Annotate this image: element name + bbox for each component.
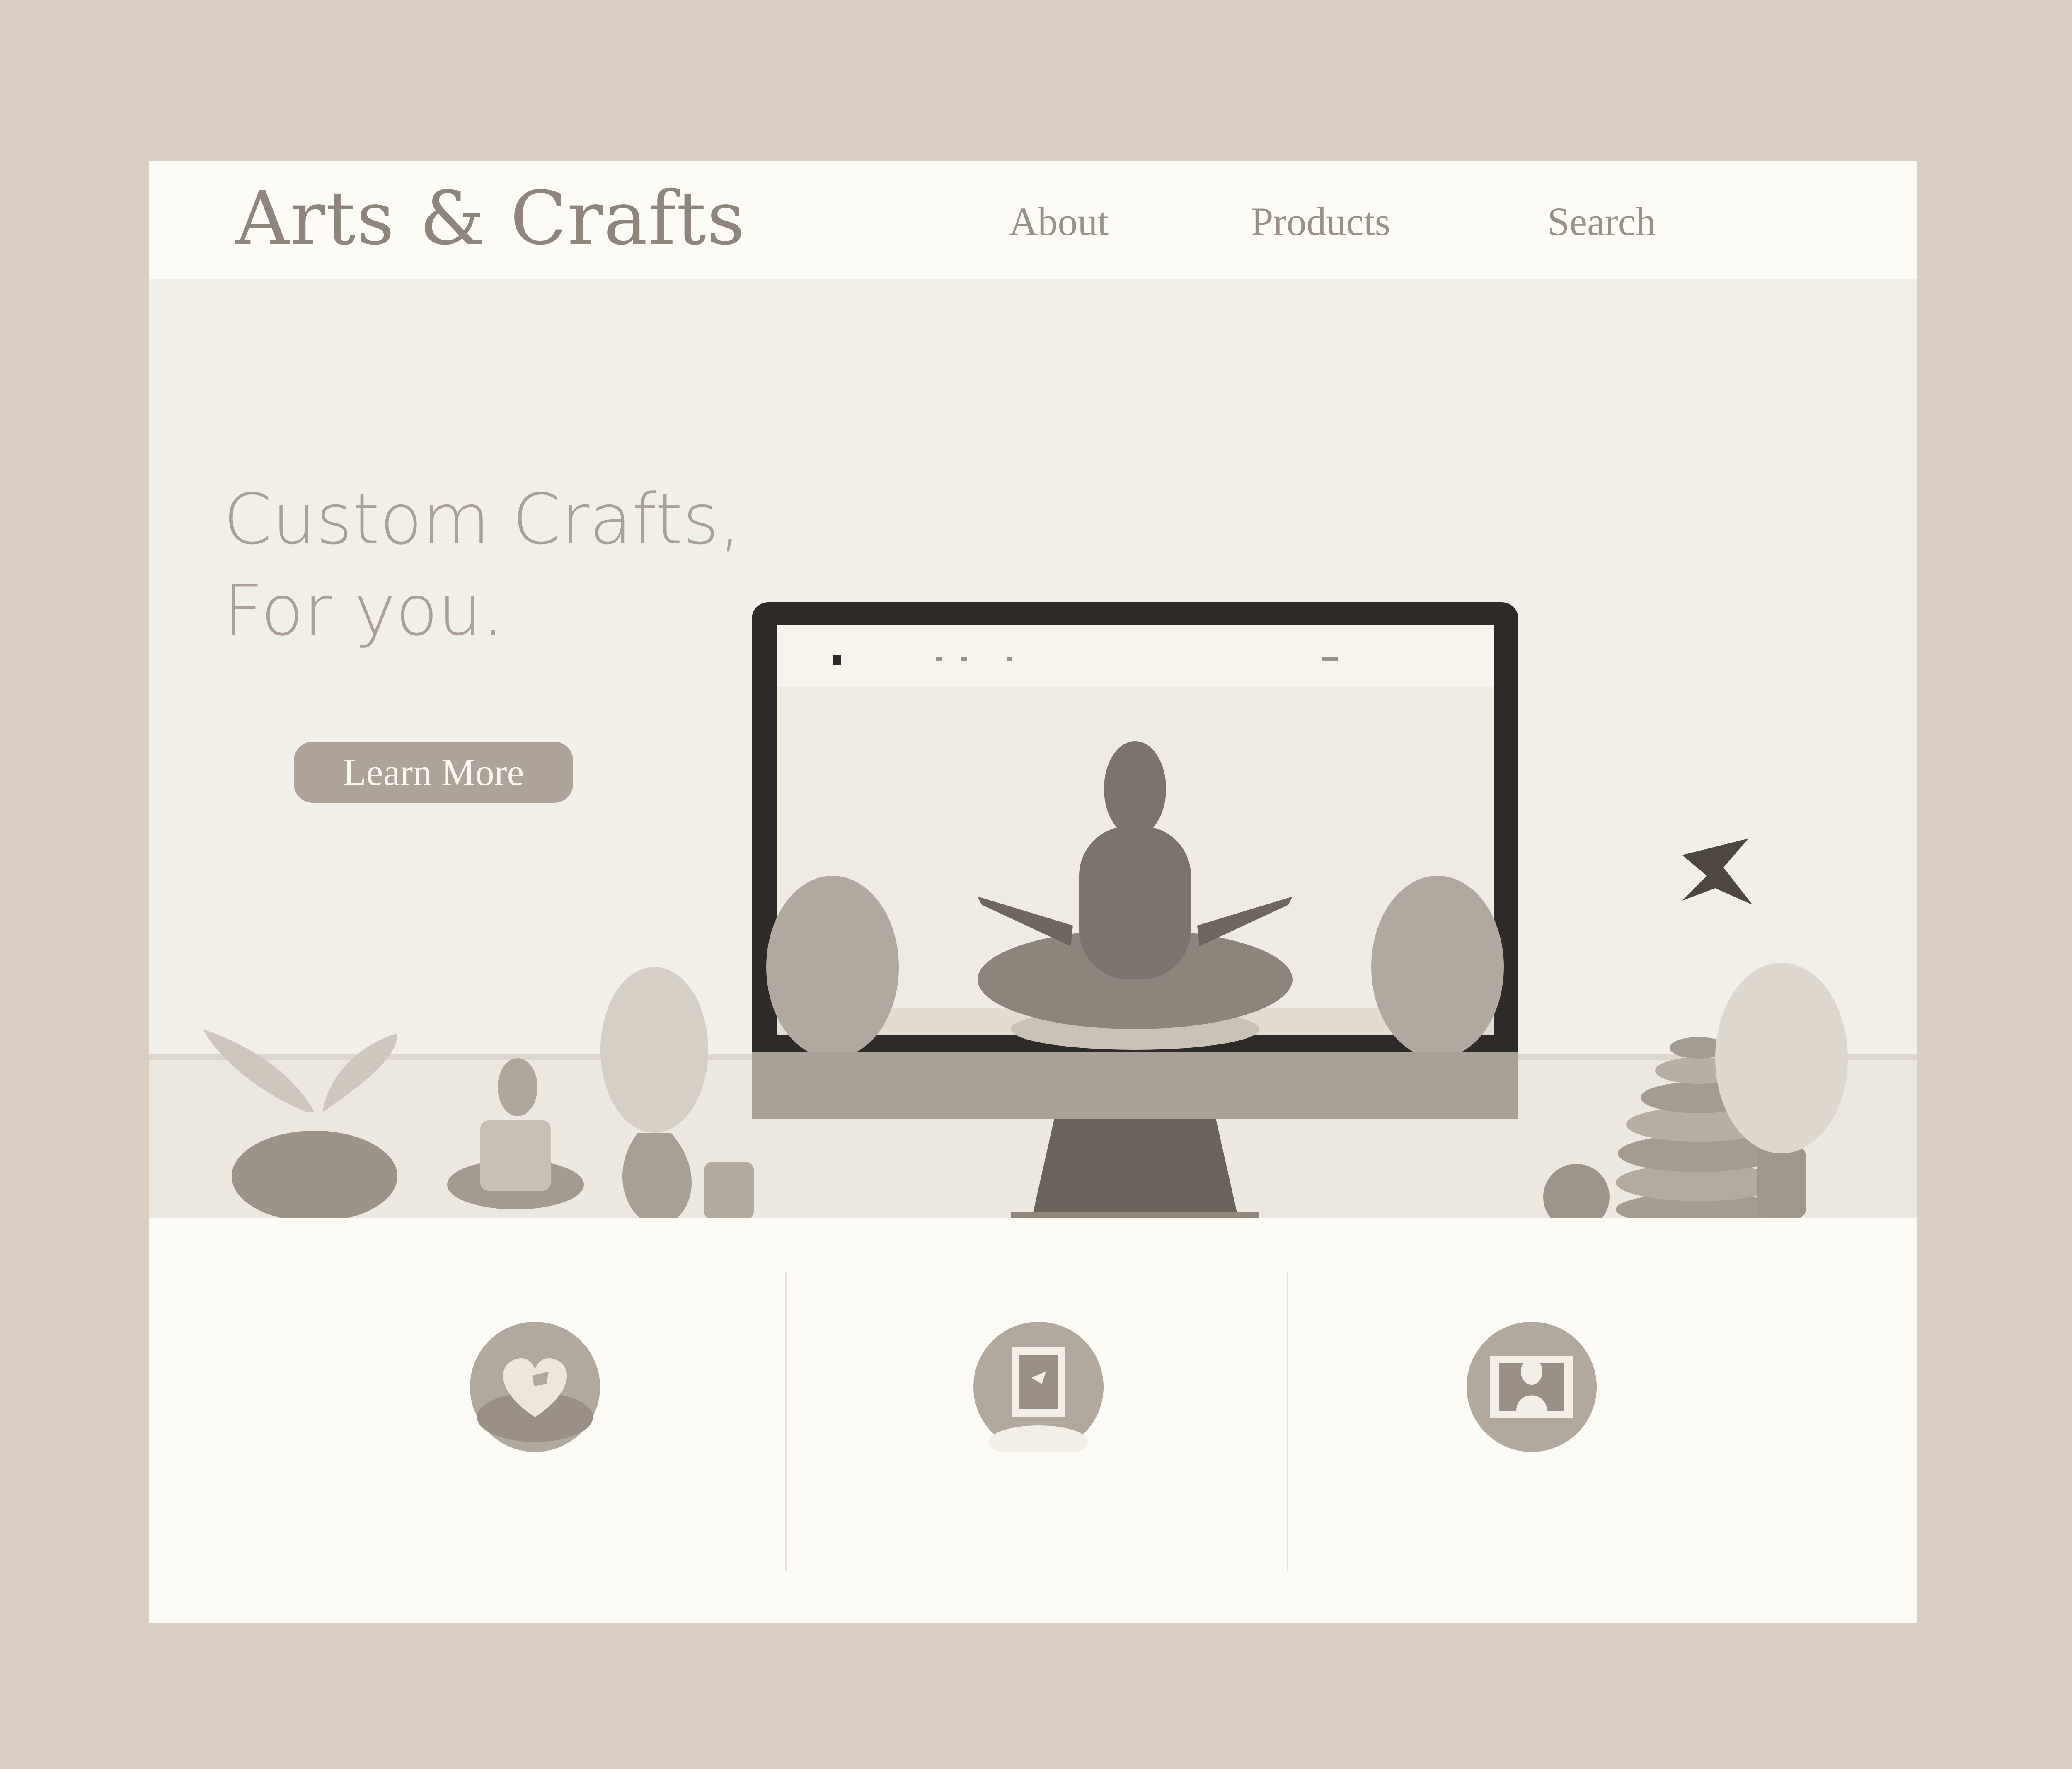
brand-logo[interactable]: Arts & Crafts	[236, 178, 746, 259]
site-header: Arts & Crafts About Products Search	[149, 161, 1917, 279]
features-section	[149, 1218, 1917, 1623]
hero-section: Custom Crafts, For you. Learn More	[149, 279, 1917, 1218]
learn-more-button[interactable]: Learn More	[294, 742, 573, 803]
heart-icon[interactable]	[470, 1322, 600, 1452]
nav-products[interactable]: Products	[1251, 199, 1390, 245]
portrait-icon[interactable]	[1467, 1322, 1597, 1452]
tagline-line-1: Custom Crafts,	[223, 479, 741, 560]
tagline-line-2: For you.	[223, 570, 504, 651]
column-divider	[785, 1272, 787, 1571]
nav-about[interactable]: About	[1009, 199, 1109, 245]
web-page: Arts & Crafts About Products Search Cust…	[149, 161, 1917, 1623]
candle-decor	[704, 1162, 754, 1218]
bird-decor	[1682, 838, 1752, 905]
column-divider	[1287, 1272, 1288, 1571]
nav-search[interactable]: Search	[1547, 199, 1656, 245]
picture-frame-icon[interactable]	[973, 1322, 1104, 1452]
hero-tagline: Custom Crafts, For you.	[223, 474, 741, 656]
